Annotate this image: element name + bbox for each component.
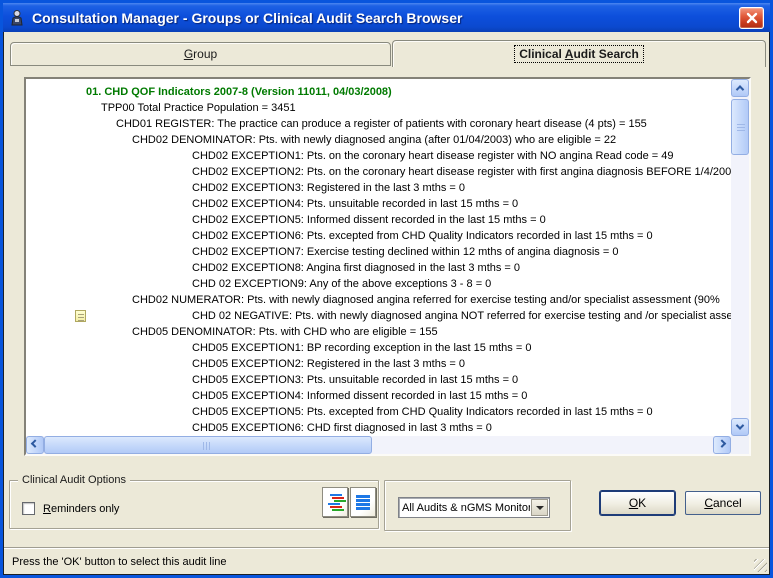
audit-line-text: CHD02 NUMERATOR: Pts. with newly diagnos… bbox=[132, 294, 720, 306]
chevron-right-icon bbox=[718, 439, 726, 447]
audit-line-text: CHD01 REGISTER: The practice can produce… bbox=[116, 118, 647, 130]
chevron-down-icon bbox=[736, 421, 744, 429]
audit-list-item[interactable]: CHD 02 EXCEPTION9: Any of the above exce… bbox=[26, 276, 731, 292]
audit-line-text: CHD05 EXCEPTION6: CHD first diagnosed in… bbox=[192, 422, 492, 434]
audit-line-text: CHD 02 EXCEPTION9: Any of the above exce… bbox=[192, 278, 491, 290]
audit-list-item[interactable]: CHD05 EXCEPTION2: Registered in the last… bbox=[26, 356, 731, 372]
audit-list-item[interactable]: CHD02 NUMERATOR: Pts. with newly diagnos… bbox=[26, 292, 731, 308]
audit-line-text: CHD05 EXCEPTION2: Registered in the last… bbox=[192, 358, 465, 370]
status-bar: Press the 'OK' button to select this aud… bbox=[4, 549, 769, 574]
reminders-only-label: Reminders only bbox=[43, 503, 119, 515]
tab-clinical-audit-search[interactable]: Clinical Audit Search bbox=[392, 40, 766, 67]
audit-statistics-view-button[interactable] bbox=[322, 487, 348, 517]
audit-filter-groupbox: All Audits & nGMS Monitoring bbox=[384, 480, 571, 531]
audit-line-text: CHD02 EXCEPTION1: Pts. on the coronary h… bbox=[192, 150, 674, 162]
consultation-manager-app-icon bbox=[9, 9, 26, 26]
close-button[interactable] bbox=[739, 7, 764, 29]
audit-line-text: CHD02 EXCEPTION6: Pts. excepted from CHD… bbox=[192, 230, 653, 242]
audit-list-item[interactable]: CHD02 EXCEPTION4: Pts. unsuitable record… bbox=[26, 196, 731, 212]
audit-line-text: CHD02 EXCEPTION7: Exercise testing decli… bbox=[192, 246, 618, 258]
audit-list: 01. CHD QOF Indicators 2007-8 (Version 1… bbox=[26, 79, 731, 436]
audit-list-item[interactable]: TPP00 Total Practice Population = 3451 bbox=[26, 100, 731, 116]
audit-filter-combobox[interactable]: All Audits & nGMS Monitoring bbox=[398, 497, 550, 518]
tab-group[interactable]: Group bbox=[10, 42, 391, 66]
audit-list-item[interactable]: CHD 02 NEGATIVE: Pts. with newly diagnos… bbox=[26, 308, 731, 324]
combobox-dropdown-button[interactable] bbox=[531, 499, 548, 516]
audit-line-text: CHD02 EXCEPTION2: Pts. on the coronary h… bbox=[192, 166, 731, 178]
ok-button[interactable]: OK bbox=[600, 491, 675, 515]
audit-list-item[interactable]: CHD02 EXCEPTION6: Pts. excepted from CHD… bbox=[26, 228, 731, 244]
dialog-content: Consultation Manager - Groups or Clinica… bbox=[3, 3, 770, 575]
audit-list-item[interactable]: CHD02 EXCEPTION8: Angina first diagnosed… bbox=[26, 260, 731, 276]
audit-list-item[interactable]: CHD02 EXCEPTION1: Pts. on the coronary h… bbox=[26, 148, 731, 164]
resize-grip[interactable] bbox=[754, 559, 767, 572]
audit-line-text: CHD05 EXCEPTION4: Informed dissent recor… bbox=[192, 390, 527, 402]
audit-line-text: CHD02 EXCEPTION4: Pts. unsuitable record… bbox=[192, 198, 518, 210]
vertical-scrollbar[interactable] bbox=[731, 79, 749, 436]
vertical-scroll-thumb[interactable] bbox=[731, 99, 749, 155]
window-title: Consultation Manager - Groups or Clinica… bbox=[32, 10, 739, 26]
horizontal-scroll-thumb[interactable] bbox=[44, 436, 372, 454]
cancel-button-label: Cancel bbox=[704, 496, 741, 510]
audit-list-item[interactable]: CHD05 EXCEPTION5: Pts. excepted from CHD… bbox=[26, 404, 731, 420]
audit-list-item[interactable]: CHD05 EXCEPTION4: Informed dissent recor… bbox=[26, 388, 731, 404]
scroll-left-button[interactable] bbox=[26, 436, 44, 454]
audit-line-text: TPP00 Total Practice Population = 3451 bbox=[101, 102, 296, 114]
audit-line-text: CHD05 EXCEPTION3: Pts. unsuitable record… bbox=[192, 374, 518, 386]
note-icon bbox=[75, 310, 86, 322]
horizontal-scrollbar[interactable] bbox=[26, 436, 731, 454]
tab-clinical-audit-search-label: Clinical Audit Search bbox=[514, 45, 644, 63]
scroll-up-button[interactable] bbox=[731, 79, 749, 97]
audit-list-item[interactable]: 01. CHD QOF Indicators 2007-8 (Version 1… bbox=[26, 84, 731, 100]
reminders-only-checkbox[interactable]: Reminders only bbox=[22, 502, 119, 515]
audit-listbox: 01. CHD QOF Indicators 2007-8 (Version 1… bbox=[24, 77, 751, 456]
audit-list-item[interactable]: CHD02 EXCEPTION5: Informed dissent recor… bbox=[26, 212, 731, 228]
list-bars-icon bbox=[356, 495, 371, 510]
audit-list-item[interactable]: CHD05 EXCEPTION1: BP recording exception… bbox=[26, 340, 731, 356]
scroll-down-button[interactable] bbox=[731, 418, 749, 436]
audit-list-view-button[interactable] bbox=[350, 487, 376, 517]
audit-list-item[interactable]: CHD02 EXCEPTION7: Exercise testing decli… bbox=[26, 244, 731, 260]
dialog-window: Consultation Manager - Groups or Clinica… bbox=[0, 0, 773, 578]
audit-list-item[interactable]: CHD05 DENOMINATOR: Pts. with CHD who are… bbox=[26, 324, 731, 340]
scroll-right-button[interactable] bbox=[713, 436, 731, 454]
chevron-left-icon bbox=[31, 439, 39, 447]
clinical-audit-options-groupbox: Clinical Audit Options Reminders only bbox=[9, 480, 379, 529]
status-divider bbox=[4, 547, 769, 548]
status-text: Press the 'OK' button to select this aud… bbox=[12, 556, 227, 568]
audit-list-item[interactable]: CHD05 EXCEPTION6: CHD first diagnosed in… bbox=[26, 420, 731, 436]
staggered-bars-icon bbox=[326, 494, 345, 511]
audit-line-text: CHD02 EXCEPTION5: Informed dissent recor… bbox=[192, 214, 546, 226]
audit-line-text: 01. CHD QOF Indicators 2007-8 (Version 1… bbox=[86, 86, 392, 98]
titlebar[interactable]: Consultation Manager - Groups or Clinica… bbox=[3, 3, 770, 32]
audit-line-text: CHD05 EXCEPTION1: BP recording exception… bbox=[192, 342, 531, 354]
audit-line-text: CHD02 EXCEPTION3: Registered in the last… bbox=[192, 182, 465, 194]
scrollbar-corner bbox=[731, 436, 749, 454]
checkbox-box[interactable] bbox=[22, 502, 35, 515]
chevron-up-icon bbox=[736, 85, 744, 93]
audit-line-text: CHD05 EXCEPTION5: Pts. excepted from CHD… bbox=[192, 406, 653, 418]
audit-list-item[interactable]: CHD01 REGISTER: The practice can produce… bbox=[26, 116, 731, 132]
tab-group-label: Group bbox=[184, 47, 217, 61]
audit-line-text: CHD 02 NEGATIVE: Pts. with newly diagnos… bbox=[192, 310, 731, 322]
audit-list-item[interactable]: CHD02 DENOMINATOR: Pts. with newly diagn… bbox=[26, 132, 731, 148]
audit-line-text: CHD02 EXCEPTION8: Angina first diagnosed… bbox=[192, 262, 520, 274]
audit-line-text: CHD05 DENOMINATOR: Pts. with CHD who are… bbox=[132, 326, 438, 338]
groupbox-label: Clinical Audit Options bbox=[18, 473, 130, 487]
audit-list-item[interactable]: CHD02 EXCEPTION3: Registered in the last… bbox=[26, 180, 731, 196]
ok-button-label: OK bbox=[629, 496, 646, 510]
close-icon bbox=[746, 12, 758, 24]
dropdown-arrow-icon bbox=[536, 506, 544, 510]
audit-list-item[interactable]: CHD02 EXCEPTION2: Pts. on the coronary h… bbox=[26, 164, 731, 180]
cancel-button[interactable]: Cancel bbox=[685, 491, 761, 515]
audit-line-text: CHD02 DENOMINATOR: Pts. with newly diagn… bbox=[132, 134, 616, 146]
audit-list-item[interactable]: CHD05 EXCEPTION3: Pts. unsuitable record… bbox=[26, 372, 731, 388]
combobox-value: All Audits & nGMS Monitoring bbox=[399, 502, 530, 514]
